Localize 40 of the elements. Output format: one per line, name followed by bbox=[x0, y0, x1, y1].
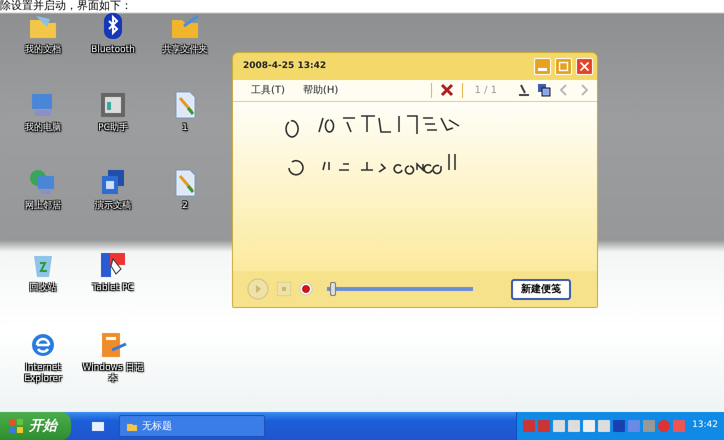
tablet-icon bbox=[98, 250, 128, 280]
icon-label: 演示文稿 bbox=[95, 201, 131, 212]
icon-label: Bluetooth bbox=[91, 45, 135, 56]
icon-label: Windows 日记本 bbox=[80, 363, 146, 385]
menu-item[interactable]: 帮助(H) bbox=[292, 83, 348, 98]
copy-icon[interactable] bbox=[537, 83, 551, 98]
tray-icon[interactable] bbox=[583, 420, 596, 432]
delete-icon bbox=[440, 83, 454, 98]
tray-icon[interactable] bbox=[568, 420, 580, 432]
tray-icon[interactable] bbox=[598, 420, 610, 432]
icon-label: Tablet PC bbox=[92, 283, 134, 294]
icon-label: 我的电脑 bbox=[25, 123, 61, 134]
icon-label: 回收站 bbox=[30, 283, 56, 294]
caption-text: 除设置并启动，界面如下： bbox=[0, 0, 132, 12]
taskbar-item[interactable]: 无标题 bbox=[119, 415, 265, 437]
clock: 13:42 bbox=[692, 419, 718, 432]
stop-icon bbox=[277, 282, 291, 296]
window-title: 2008-4-25 13:42 bbox=[243, 60, 328, 73]
close-icon bbox=[577, 59, 592, 74]
play-icon bbox=[247, 278, 269, 300]
logo-icon bbox=[8, 418, 24, 434]
icon-label: 2 bbox=[182, 201, 188, 212]
icon-label: 1 bbox=[182, 123, 188, 134]
icon-label: PC助手 bbox=[98, 123, 128, 134]
menu-item[interactable]: 工具(T) bbox=[233, 83, 293, 98]
icon-label: Internet Explorer bbox=[23, 363, 64, 385]
eraser-icon[interactable] bbox=[517, 83, 531, 98]
minimize-icon bbox=[538, 68, 547, 71]
slider-thumb[interactable] bbox=[330, 282, 336, 296]
page-indicator: 1 / 1 bbox=[474, 84, 498, 98]
minimize-button[interactable] bbox=[534, 58, 551, 75]
icon-label: 我的文档 bbox=[25, 45, 61, 56]
new-note-button[interactable]: 新建便笺 bbox=[511, 278, 571, 300]
record-icon bbox=[299, 282, 313, 296]
maximize-icon bbox=[556, 59, 571, 74]
tray-icon[interactable] bbox=[643, 420, 656, 432]
icon-label: 网上邻居 bbox=[25, 201, 61, 212]
maximize-button[interactable] bbox=[555, 58, 572, 75]
close-button[interactable] bbox=[576, 58, 593, 75]
icon-label: 共享文件夹 bbox=[162, 45, 208, 56]
